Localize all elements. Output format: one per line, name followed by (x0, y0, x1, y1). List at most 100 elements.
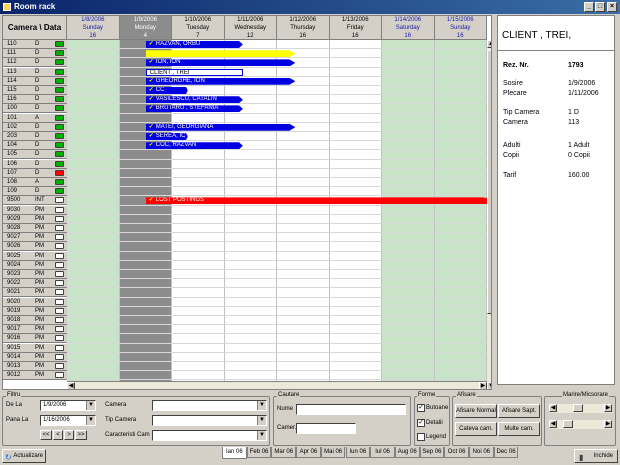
de-la-input[interactable]: 1/9/2006 ▼ (40, 400, 96, 411)
day-header[interactable]: 1/8/2006 Sunday 16 (67, 16, 120, 40)
day-header[interactable]: 1/12/2006 Thursday 16 (277, 16, 330, 40)
room-row-header[interactable]: 9023 PM (3, 270, 67, 279)
day-header[interactable]: 1/15/2006 Sunday 16 (434, 16, 487, 40)
room-row-header[interactable]: 112 D (3, 58, 67, 68)
chevron-down-icon[interactable]: ▼ (257, 431, 266, 440)
day-column[interactable] (277, 40, 330, 389)
multe-cam-button[interactable]: Multe cam. (498, 422, 540, 436)
room-row-header[interactable]: 9030 PM (3, 205, 67, 215)
afisare-normal-button[interactable]: Afisare Normal (455, 404, 497, 418)
month-tab[interactable]: Sep 06 (419, 447, 445, 458)
slider-thumb[interactable] (573, 404, 583, 412)
arrow-up-icon[interactable]: ▲ (487, 40, 491, 48)
room-row-header[interactable]: 108 A (3, 178, 67, 187)
nume-input[interactable] (296, 404, 406, 415)
room-row-header[interactable]: 109 D (3, 187, 67, 197)
booking-bar[interactable]: ✓ COC, RAZVAN (145, 142, 243, 150)
nav-prev-button[interactable]: < (53, 430, 63, 440)
month-tab[interactable]: Feb 06 (246, 447, 272, 458)
room-row-header[interactable]: 9018 PM (3, 316, 67, 325)
booking-bar[interactable]: ✓ SEREA, IC (145, 133, 188, 140)
afisare-sapt-button[interactable]: Afisare Sapt. (498, 404, 540, 418)
room-row-header[interactable]: 9021 PM (3, 288, 67, 298)
zoom-slider-horizontal[interactable]: ◀ ▶ (549, 404, 612, 413)
room-row-header[interactable]: 9027 PM (3, 233, 67, 243)
cautare-camera-input[interactable] (296, 423, 356, 434)
room-row-header[interactable]: 9013 PM (3, 362, 67, 371)
room-row-header[interactable]: 203 D (3, 132, 67, 141)
nav-next-button[interactable]: > (64, 430, 74, 440)
filtru-camera-select[interactable]: ▼ (152, 400, 267, 411)
booking-bar[interactable]: ✓ LOST POSTINGS (145, 197, 491, 205)
room-row-header[interactable]: 9012 PM (3, 371, 67, 381)
booking-bar[interactable]: ✓ BRUTARU , STEFANIA (145, 105, 243, 113)
day-column[interactable] (224, 40, 277, 389)
month-tab[interactable]: Mai 06 (320, 447, 346, 458)
chevron-down-icon[interactable]: ▼ (86, 416, 95, 425)
booking-bar[interactable]: ✓ MATEI, GEORGIANA (145, 123, 296, 131)
room-row-header[interactable]: 9028 PM (3, 224, 67, 233)
actualizare-button[interactable]: ↻ Actualizare (2, 449, 46, 463)
vertical-scrollbar[interactable]: ▲▼ (487, 40, 491, 389)
room-row-header[interactable]: 9017 PM (3, 325, 67, 335)
room-row-header[interactable]: 9500 INT (3, 196, 67, 206)
chevron-down-icon[interactable]: ▼ (257, 401, 266, 410)
month-tab[interactable]: Aug 06 (394, 447, 420, 458)
zoom-slider-vertical[interactable]: ◀ ▶ (549, 420, 612, 429)
room-row-header[interactable]: 104 D (3, 141, 67, 151)
arrow-right-icon[interactable]: ▶ (479, 382, 487, 389)
day-column[interactable] (67, 40, 120, 389)
butoane-checkbox[interactable]: ✓ (417, 404, 425, 412)
arrow-right-icon[interactable]: ▶ (604, 420, 612, 428)
arrow-left-icon[interactable]: ◀ (67, 382, 75, 389)
room-row-header[interactable]: 107 D (3, 168, 67, 178)
room-row-header[interactable]: 116 D (3, 95, 67, 105)
room-row-header[interactable]: 101 A (3, 113, 67, 123)
room-row-header[interactable]: 105 D (3, 150, 67, 160)
month-tab[interactable]: Mar 06 (271, 447, 297, 458)
minimize-button[interactable]: _ (584, 2, 594, 12)
inchide-button[interactable]: ▮ Inchide (574, 449, 618, 463)
booking-bar[interactable]: ✓ VASILESCU, CATALIN (145, 96, 243, 104)
booking-bar[interactable]: ✓ (145, 50, 296, 58)
day-header[interactable]: 1/14/2006 Saturday 16 (382, 16, 435, 40)
room-row-header[interactable]: 9019 PM (3, 306, 67, 316)
arrow-left-icon[interactable]: ◀ (549, 404, 557, 412)
arrow-left-icon[interactable]: ◀ (549, 420, 557, 428)
room-row-header[interactable]: 9025 PM (3, 251, 67, 261)
pana-la-input[interactable]: 1/16/2006 ▼ (40, 415, 96, 426)
room-row-header[interactable]: 114 D (3, 76, 67, 86)
legend-checkbox[interactable] (417, 433, 425, 441)
nav-last-button[interactable]: >> (75, 430, 87, 440)
nav-first-button[interactable]: << (40, 430, 52, 440)
arrow-right-icon[interactable]: ▶ (604, 404, 612, 412)
room-row-header[interactable]: 9015 PM (3, 343, 67, 353)
room-row-header[interactable]: 115 D (3, 86, 67, 95)
room-row-header[interactable]: 111 D (3, 49, 67, 59)
arrow-down-icon[interactable]: ▼ (487, 382, 491, 389)
booking-bar[interactable]: ✓ CC (145, 87, 188, 94)
month-tab[interactable]: Noi 06 (469, 447, 494, 458)
month-tab[interactable]: Iun 06 (345, 447, 371, 458)
month-tab[interactable]: Dec 06 (493, 447, 519, 458)
booking-bar[interactable]: CLIENT , TREI (145, 68, 243, 76)
room-row-header[interactable]: 100 D (3, 104, 67, 114)
cateva-cam-button[interactable]: Cateva cam. (455, 422, 497, 436)
day-header[interactable]: 1/11/2006 Wednesday 12 (224, 16, 277, 40)
maximize-button[interactable]: □ (595, 2, 605, 12)
room-row-header[interactable]: 9020 PM (3, 297, 67, 307)
chevron-down-icon[interactable]: ▼ (86, 401, 95, 410)
detalii-checkbox[interactable]: ✓ (417, 419, 425, 427)
month-tab[interactable]: Apr 06 (296, 447, 321, 458)
room-row-header[interactable]: 9016 PM (3, 334, 67, 344)
room-row-header[interactable]: 9029 PM (3, 214, 67, 224)
room-row-header[interactable]: 106 D (3, 159, 67, 169)
day-header[interactable]: 1/13/2006 Friday 16 (329, 16, 382, 40)
day-header[interactable]: 1/10/2006 Tuesday 7 (172, 16, 225, 40)
day-column[interactable] (382, 40, 435, 389)
room-rack-grid[interactable]: Camera \ Data 1/8/2006 Sunday 16 1/9/2006 Mo… (2, 15, 492, 390)
room-row-header[interactable]: 9026 PM (3, 242, 67, 252)
caracteristici-select[interactable]: ▼ (152, 430, 267, 441)
room-row-header[interactable]: 9014 PM (3, 352, 67, 362)
close-button[interactable]: × (607, 2, 617, 12)
